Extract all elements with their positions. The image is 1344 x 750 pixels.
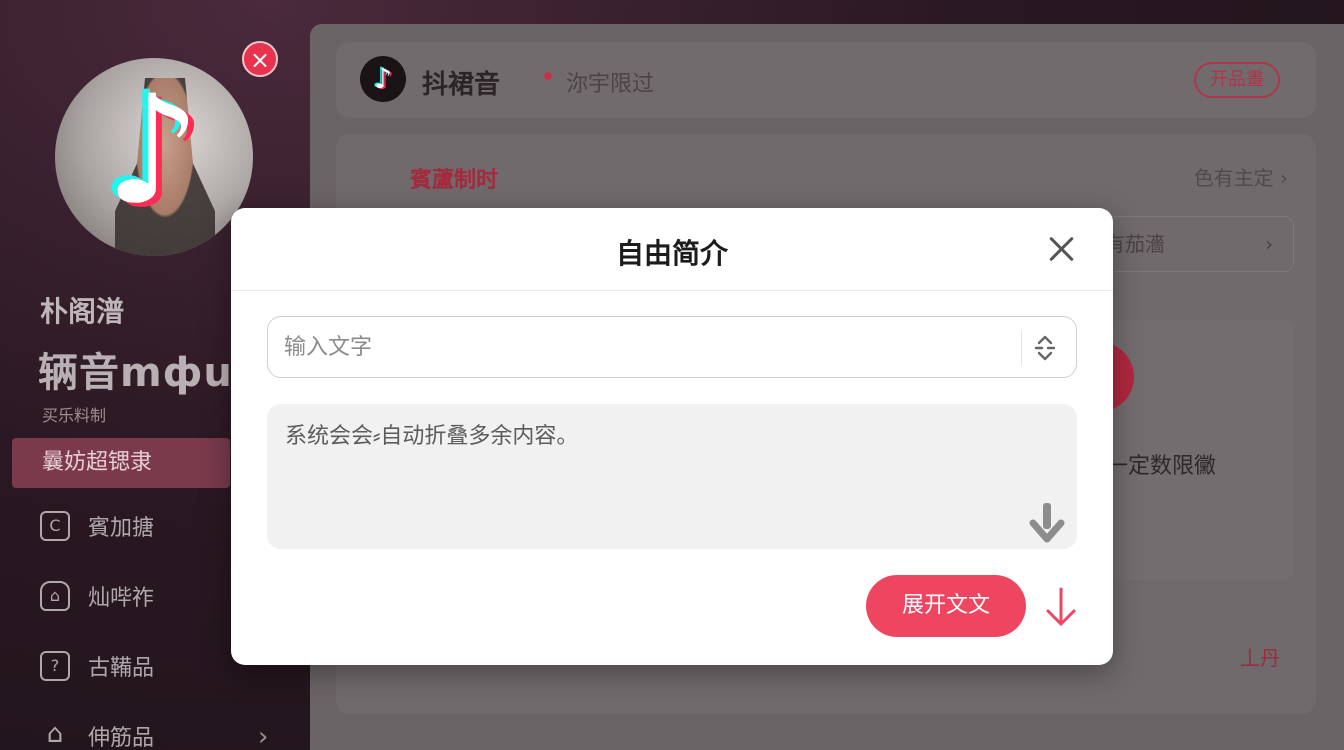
arrow-down-icon[interactable] xyxy=(1029,501,1065,543)
status-dot xyxy=(544,72,552,80)
close-icon[interactable] xyxy=(1047,234,1077,264)
header-action-button[interactable]: 开品畫 xyxy=(1194,62,1280,98)
expand-arrows-icon[interactable] xyxy=(1032,335,1058,361)
section-link[interactable]: 色有主定 › xyxy=(1194,162,1288,191)
sidebar-item-1[interactable]: C 賓加搪 xyxy=(40,506,154,546)
home-icon: ⌂ xyxy=(40,581,70,611)
app-status: 沵宇限过 xyxy=(566,72,655,97)
profile-name: 朴阁潽 xyxy=(40,295,125,328)
chevron-right-icon[interactable]: › xyxy=(258,722,268,750)
question-square-icon: ? xyxy=(40,651,70,681)
house-outline-icon: ⌂ xyxy=(46,719,64,749)
bio-textarea[interactable]: 系统会会⸗自动折叠多余内容。 xyxy=(267,404,1077,549)
sidebar-item-label: 灿哔祚 xyxy=(88,586,155,611)
chevron-right-icon: › xyxy=(1265,232,1273,256)
tiktok-logo-icon: ♪ xyxy=(105,64,201,238)
app-name: 抖裙音 xyxy=(422,70,501,100)
sidebar-item-label: 古鞴品 xyxy=(88,656,155,681)
modal-header: 自由简介 xyxy=(231,208,1113,291)
sidebar-item-2[interactable]: ⌂ 灿哔祚 xyxy=(40,576,154,616)
close-icon[interactable]: × xyxy=(242,41,278,77)
bio-modal: 自由简介 系统会会⸗自动折叠多余内容。 展开文文 xyxy=(231,208,1113,665)
text-input-field[interactable] xyxy=(267,316,1077,378)
section-title: 賓蘆制时 xyxy=(410,168,499,193)
sidebar-item-4[interactable]: ⌂ 伸筋品 xyxy=(40,716,154,750)
arrow-down-icon[interactable] xyxy=(1043,586,1079,628)
profile-subtitle: 买乐料制 xyxy=(42,406,107,425)
sidebar-item-3[interactable]: ? 古鞴品 xyxy=(40,646,154,686)
tiktok-logo-icon: ♪ xyxy=(360,56,406,102)
input-divider xyxy=(1021,331,1022,365)
unit-text: 丄丹 xyxy=(1240,646,1280,670)
profile-handle: 辆音mфu xyxy=(38,350,233,396)
section-row-label: 有茄濇 xyxy=(1105,232,1165,256)
header-card: ♪ 抖裙音 沵宇限过 开品畫 xyxy=(336,42,1316,118)
avatar[interactable]: ♪ xyxy=(55,58,253,256)
modal-title: 自由简介 xyxy=(615,237,728,270)
sidebar-item-label: 賓加搪 xyxy=(88,516,155,541)
sidebar-item-label: 伸筋品 xyxy=(88,726,155,750)
sidebar-item-active[interactable]: 曩妨超锶隶 xyxy=(12,438,230,488)
c-square-icon: C xyxy=(40,511,70,541)
expand-text-button[interactable]: 展开文文 xyxy=(866,575,1026,637)
textarea-content: 系统会会⸗自动折叠多余内容。 xyxy=(285,424,579,449)
bio-text-input[interactable] xyxy=(284,327,1004,367)
